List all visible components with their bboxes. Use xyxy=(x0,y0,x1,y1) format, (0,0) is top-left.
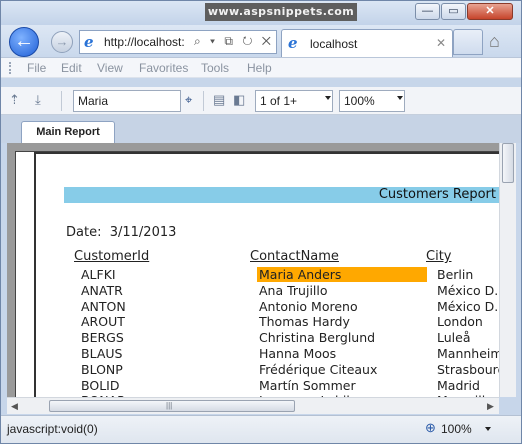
toolbar-separator xyxy=(203,91,204,111)
address-actions-icons[interactable]: ⌕ ▾ ⧉ ↻ ✕ xyxy=(194,34,274,49)
report-tab-strip: Main Report xyxy=(1,115,521,143)
maximize-button[interactable]: ▭ xyxy=(441,3,466,20)
browser-window: www.aspsnippets.com — ▭ ✕ ← → e http://l… xyxy=(0,0,522,444)
cell-contactname[interactable]: Martín Sommer xyxy=(259,378,356,393)
ie-icon: e xyxy=(84,33,94,51)
report-header-band: Customers Report xyxy=(64,187,499,203)
cell-customerid: ANATR xyxy=(81,282,123,298)
table-row[interactable]: ALFKI Maria Anders Berlin xyxy=(7,267,499,283)
menu-view[interactable]: View xyxy=(97,61,123,75)
toolbar-separator xyxy=(61,91,62,111)
column-header-customerid[interactable]: CustomerId xyxy=(74,249,149,264)
back-button[interactable]: ← xyxy=(9,27,39,57)
chevron-down-icon[interactable] xyxy=(325,96,331,100)
tab-main-report[interactable]: Main Report xyxy=(21,121,115,143)
horizontal-scrollbar[interactable]: ◀ ||| ▶ xyxy=(7,397,499,414)
zoom-select[interactable]: 100% xyxy=(339,90,405,112)
scroll-right-icon[interactable]: ▶ xyxy=(487,401,494,412)
cell-city: Berlin xyxy=(437,267,474,282)
report-title: Customers Report xyxy=(378,187,496,202)
parameter-input[interactable]: Maria xyxy=(73,90,181,112)
page-nav-icon[interactable]: ◧ xyxy=(233,92,245,108)
cell-contactname[interactable]: Frédérique Citeaux xyxy=(259,362,377,377)
url-text[interactable]: http://localhost: xyxy=(104,35,185,49)
report-toolbar: ⇡ ⤓ Maria ⌖ ▤ ◧ 1 of 1+ 100% xyxy=(1,87,521,115)
column-header-contactname[interactable]: ContactName xyxy=(250,249,339,264)
cell-customerid: BERGS xyxy=(81,330,124,346)
menu-grip xyxy=(9,62,12,74)
chevron-down-icon[interactable] xyxy=(485,427,491,431)
cell-city: London xyxy=(437,314,483,330)
cell-city: Strasbourg xyxy=(437,361,499,377)
horizontal-scroll-thumb[interactable]: ||| xyxy=(49,400,295,412)
cell-city: México D.F. xyxy=(437,298,499,314)
date-label: Date: xyxy=(66,225,102,240)
vertical-scrollbar[interactable] xyxy=(499,143,516,397)
report-viewport: Customers Report Date: 3/11/2013 Custome… xyxy=(7,143,499,397)
forward-arrow-icon: → xyxy=(55,34,69,49)
search-binoculars-icon[interactable]: ⌖ xyxy=(185,92,192,108)
tab-title: localhost xyxy=(310,37,358,51)
table-row[interactable]: AROUT Thomas Hardy London xyxy=(7,314,499,330)
table-row[interactable]: BLAUS Hanna Moos Mannheim xyxy=(7,346,499,362)
back-arrow-icon: ← xyxy=(14,30,34,52)
home-icon[interactable]: ⌂ xyxy=(489,31,500,52)
menu-favorites[interactable]: Favorites xyxy=(139,61,188,75)
status-zoom[interactable]: 100% xyxy=(441,422,472,436)
menu-bar: File Edit View Favorites Tools Help xyxy=(1,57,521,78)
chevron-down-icon[interactable] xyxy=(397,96,403,100)
cell-contactname[interactable]: Thomas Hardy xyxy=(259,314,350,329)
tab-close-icon[interactable]: ✕ xyxy=(436,36,446,50)
table-row[interactable]: BLONP Frédérique Citeaux Strasbourg xyxy=(7,362,499,378)
table-row[interactable]: ANATR Ana Trujillo México D.F. xyxy=(7,283,499,299)
cell-city: Mannheim xyxy=(437,346,499,361)
status-bar: javascript:void(0) ⊕ 100% xyxy=(1,415,521,443)
browser-tab[interactable]: e localhost ✕ xyxy=(281,29,453,57)
cell-customerid: AROUT xyxy=(81,314,125,330)
table-row[interactable]: ANTON Antonio Moreno México D.F. xyxy=(7,299,499,315)
date-value: 3/11/2013 xyxy=(109,225,177,240)
cell-customerid: ANTON xyxy=(81,298,126,314)
title-bar: www.aspsnippets.com — ▭ ✕ xyxy=(1,1,521,25)
menu-edit[interactable]: Edit xyxy=(61,61,82,75)
cell-city: Luleå xyxy=(437,330,471,346)
cell-contactname[interactable]: Christina Berglund xyxy=(259,330,375,345)
menu-file[interactable]: File xyxy=(27,61,46,75)
minimize-button[interactable]: — xyxy=(415,3,440,20)
status-text: javascript:void(0) xyxy=(7,422,98,436)
scroll-grip-icon: ||| xyxy=(166,401,173,410)
cell-contactname[interactable]: Antonio Moreno xyxy=(259,299,358,314)
page-select[interactable]: 1 of 1+ xyxy=(255,90,333,112)
new-tab-button[interactable] xyxy=(453,29,483,55)
cell-customerid: BLONP xyxy=(81,361,123,377)
up-level-icon[interactable]: ⇡ xyxy=(9,92,20,108)
menu-help[interactable]: Help xyxy=(247,61,272,75)
table-row[interactable]: BOLID Martín Sommer Madrid xyxy=(7,378,499,394)
cell-contactname[interactable]: Maria Anders xyxy=(257,267,427,282)
scroll-left-icon[interactable]: ◀ xyxy=(11,401,18,412)
cell-customerid: ALFKI xyxy=(81,267,116,282)
cell-city: México D.F. xyxy=(437,282,499,298)
export-icon[interactable]: ⤓ xyxy=(35,92,41,108)
address-bar[interactable]: e http://localhost: ⌕ ▾ ⧉ ↻ ✕ xyxy=(79,30,277,54)
navigation-bar: ← → e http://localhost: ⌕ ▾ ⧉ ↻ ✕ e loca… xyxy=(1,25,521,57)
close-window-button[interactable]: ✕ xyxy=(467,3,513,20)
zoom-magnifier-icon[interactable]: ⊕ xyxy=(425,420,436,436)
tab-ie-icon: e xyxy=(288,34,298,52)
forward-button[interactable]: → xyxy=(51,31,73,53)
watermark: www.aspsnippets.com xyxy=(205,3,357,21)
cell-contactname[interactable]: Hanna Moos xyxy=(259,346,336,361)
cell-contactname[interactable]: Ana Trujillo xyxy=(259,283,328,298)
table-row[interactable]: BERGS Christina Berglund Luleå xyxy=(7,330,499,346)
menu-tools[interactable]: Tools xyxy=(201,61,229,75)
report-date: Date: 3/11/2013 xyxy=(66,225,176,240)
cell-customerid: BLAUS xyxy=(81,346,123,361)
vertical-scroll-thumb[interactable] xyxy=(502,143,514,183)
column-header-city[interactable]: City xyxy=(426,249,451,264)
print-icon[interactable]: ▤ xyxy=(213,92,225,108)
cell-city: Madrid xyxy=(437,377,480,393)
cell-customerid: BOLID xyxy=(81,377,120,393)
